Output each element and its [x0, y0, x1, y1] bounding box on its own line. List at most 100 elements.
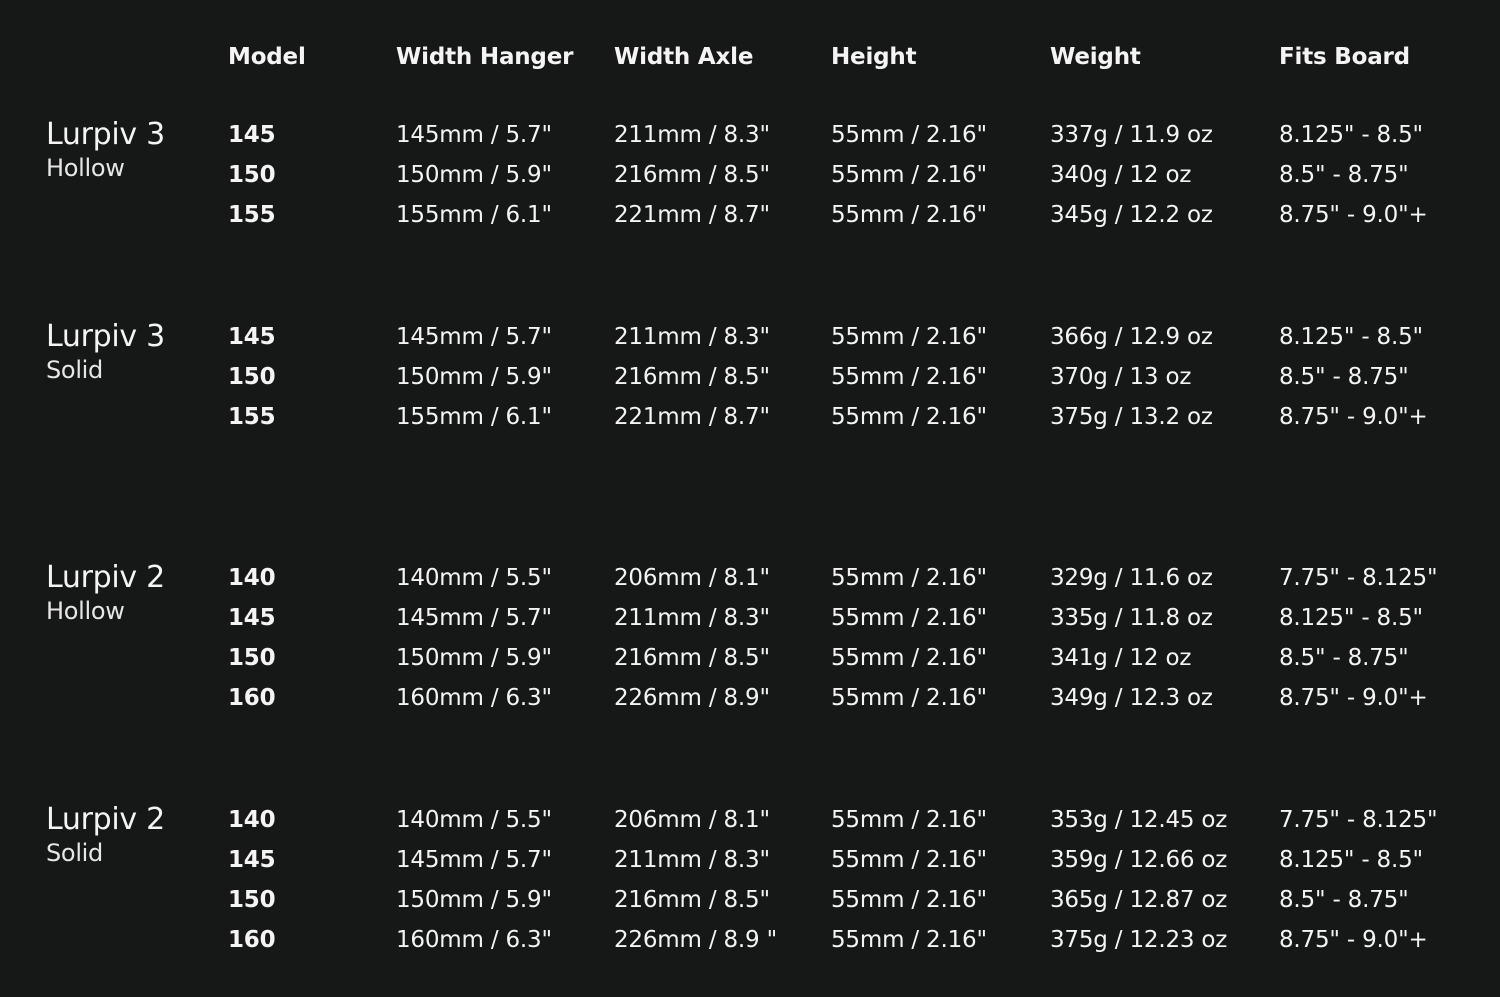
cell-model: 155 — [228, 404, 276, 430]
cell-fits-board: 8.75" - 9.0"+ — [1279, 404, 1428, 430]
cell-height: 55mm / 2.16" — [831, 162, 987, 188]
cell-width-hanger: 145mm / 5.7" — [396, 605, 552, 631]
table-row: 150 150mm / 5.9" 216mm / 8.5" 55mm / 2.1… — [0, 359, 1500, 399]
cell-width-axle: 216mm / 8.5" — [614, 364, 770, 390]
cell-model: 145 — [228, 847, 276, 873]
cell-weight: 375g / 13.2 oz — [1050, 404, 1213, 430]
cell-width-hanger: 160mm / 6.3" — [396, 927, 552, 953]
cell-height: 55mm / 2.16" — [831, 605, 987, 631]
cell-height: 55mm / 2.16" — [831, 927, 987, 953]
cell-weight: 365g / 12.87 oz — [1050, 887, 1228, 913]
cell-model: 150 — [228, 645, 276, 671]
cell-model: 145 — [228, 324, 276, 350]
cell-height: 55mm / 2.16" — [831, 887, 987, 913]
table-row: 145 145mm / 5.7" 211mm / 8.3" 55mm / 2.1… — [0, 319, 1500, 359]
table-header: Model Width Hanger Width Axle Height Wei… — [0, 40, 1500, 80]
cell-fits-board: 8.125" - 8.5" — [1279, 605, 1423, 631]
cell-fits-board: 8.75" - 9.0"+ — [1279, 927, 1428, 953]
table-row: 145 145mm / 5.7" 211mm / 8.3" 55mm / 2.1… — [0, 117, 1500, 157]
header-weight: Weight — [1050, 44, 1141, 70]
cell-height: 55mm / 2.16" — [831, 404, 987, 430]
header-width-hanger: Width Hanger — [396, 44, 574, 70]
cell-fits-board: 8.5" - 8.75" — [1279, 887, 1409, 913]
table-row: 160 160mm / 6.3" 226mm / 8.9 " 55mm / 2.… — [0, 922, 1500, 962]
table-row: 145 145mm / 5.7" 211mm / 8.3" 55mm / 2.1… — [0, 600, 1500, 640]
cell-fits-board: 7.75" - 8.125" — [1279, 565, 1438, 591]
cell-height: 55mm / 2.16" — [831, 645, 987, 671]
cell-width-axle: 216mm / 8.5" — [614, 887, 770, 913]
cell-width-axle: 206mm / 8.1" — [614, 565, 770, 591]
cell-height: 55mm / 2.16" — [831, 847, 987, 873]
cell-model: 150 — [228, 887, 276, 913]
cell-model: 140 — [228, 807, 276, 833]
cell-width-axle: 216mm / 8.5" — [614, 162, 770, 188]
cell-weight: 335g / 11.8 oz — [1050, 605, 1213, 631]
table-row: 150 150mm / 5.9" 216mm / 8.5" 55mm / 2.1… — [0, 157, 1500, 197]
table-row: 140 140mm / 5.5" 206mm / 8.1" 55mm / 2.1… — [0, 802, 1500, 842]
cell-model: 145 — [228, 605, 276, 631]
cell-fits-board: 8.5" - 8.75" — [1279, 645, 1409, 671]
cell-width-hanger: 150mm / 5.9" — [396, 887, 552, 913]
cell-width-hanger: 155mm / 6.1" — [396, 404, 552, 430]
cell-weight: 340g / 12 oz — [1050, 162, 1192, 188]
cell-weight: 359g / 12.66 oz — [1050, 847, 1228, 873]
cell-width-axle: 221mm / 8.7" — [614, 202, 770, 228]
cell-fits-board: 8.125" - 8.5" — [1279, 122, 1423, 148]
cell-model: 140 — [228, 565, 276, 591]
cell-width-hanger: 145mm / 5.7" — [396, 324, 552, 350]
cell-model: 150 — [228, 162, 276, 188]
cell-height: 55mm / 2.16" — [831, 364, 987, 390]
cell-fits-board: 8.5" - 8.75" — [1279, 162, 1409, 188]
cell-height: 55mm / 2.16" — [831, 202, 987, 228]
table-row: 140 140mm / 5.5" 206mm / 8.1" 55mm / 2.1… — [0, 560, 1500, 600]
header-fits-board: Fits Board — [1279, 44, 1410, 70]
cell-width-axle: 226mm / 8.9 " — [614, 927, 777, 953]
table-row: 150 150mm / 5.9" 216mm / 8.5" 55mm / 2.1… — [0, 640, 1500, 680]
cell-model: 160 — [228, 927, 276, 953]
cell-width-axle: 206mm / 8.1" — [614, 807, 770, 833]
table-row: 155 155mm / 6.1" 221mm / 8.7" 55mm / 2.1… — [0, 197, 1500, 237]
cell-fits-board: 8.75" - 9.0"+ — [1279, 685, 1428, 711]
cell-model: 150 — [228, 364, 276, 390]
table-row: 155 155mm / 6.1" 221mm / 8.7" 55mm / 2.1… — [0, 399, 1500, 439]
cell-weight: 349g / 12.3 oz — [1050, 685, 1213, 711]
cell-width-axle: 211mm / 8.3" — [614, 847, 770, 873]
header-width-axle: Width Axle — [614, 44, 754, 70]
table-row: 150 150mm / 5.9" 216mm / 8.5" 55mm / 2.1… — [0, 882, 1500, 922]
cell-fits-board: 8.5" - 8.75" — [1279, 364, 1409, 390]
cell-width-axle: 211mm / 8.3" — [614, 605, 770, 631]
cell-width-hanger: 145mm / 5.7" — [396, 122, 552, 148]
cell-fits-board: 8.75" - 9.0"+ — [1279, 202, 1428, 228]
cell-width-hanger: 150mm / 5.9" — [396, 364, 552, 390]
cell-width-hanger: 150mm / 5.9" — [396, 645, 552, 671]
cell-width-hanger: 140mm / 5.5" — [396, 807, 552, 833]
cell-weight: 345g / 12.2 oz — [1050, 202, 1213, 228]
spec-table: Model Width Hanger Width Axle Height Wei… — [0, 0, 1500, 997]
cell-width-hanger: 140mm / 5.5" — [396, 565, 552, 591]
cell-width-axle: 211mm / 8.3" — [614, 324, 770, 350]
cell-fits-board: 8.125" - 8.5" — [1279, 324, 1423, 350]
cell-weight: 375g / 12.23 oz — [1050, 927, 1228, 953]
cell-weight: 337g / 11.9 oz — [1050, 122, 1213, 148]
cell-height: 55mm / 2.16" — [831, 324, 987, 350]
cell-weight: 353g / 12.45 oz — [1050, 807, 1228, 833]
cell-width-axle: 216mm / 8.5" — [614, 645, 770, 671]
table-row: 145 145mm / 5.7" 211mm / 8.3" 55mm / 2.1… — [0, 842, 1500, 882]
cell-height: 55mm / 2.16" — [831, 685, 987, 711]
cell-model: 160 — [228, 685, 276, 711]
cell-width-axle: 226mm / 8.9" — [614, 685, 770, 711]
cell-weight: 370g / 13 oz — [1050, 364, 1192, 390]
cell-fits-board: 8.125" - 8.5" — [1279, 847, 1423, 873]
cell-fits-board: 7.75" - 8.125" — [1279, 807, 1438, 833]
cell-height: 55mm / 2.16" — [831, 565, 987, 591]
cell-width-axle: 211mm / 8.3" — [614, 122, 770, 148]
cell-weight: 366g / 12.9 oz — [1050, 324, 1213, 350]
cell-width-hanger: 150mm / 5.9" — [396, 162, 552, 188]
cell-width-hanger: 145mm / 5.7" — [396, 847, 552, 873]
cell-model: 155 — [228, 202, 276, 228]
table-row: 160 160mm / 6.3" 226mm / 8.9" 55mm / 2.1… — [0, 680, 1500, 720]
cell-height: 55mm / 2.16" — [831, 807, 987, 833]
cell-width-hanger: 160mm / 6.3" — [396, 685, 552, 711]
cell-weight: 341g / 12 oz — [1050, 645, 1192, 671]
cell-model: 145 — [228, 122, 276, 148]
